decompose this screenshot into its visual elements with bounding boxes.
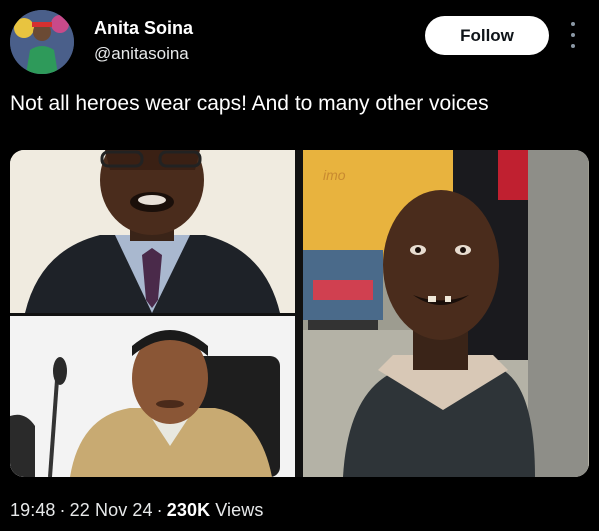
tweet-time[interactable]: 19:48 [10, 500, 56, 520]
sign-text: imo [323, 167, 346, 183]
more-options-icon[interactable] [565, 22, 581, 48]
tweet-date[interactable]: 22 Nov 24 [70, 500, 153, 520]
tweet-text: Not all heroes wear caps! And to many ot… [10, 92, 489, 115]
meta-separator: · [59, 500, 66, 520]
media-tile-2[interactable] [10, 316, 295, 477]
media-tile-1[interactable] [10, 150, 295, 313]
views-label: Views [215, 500, 264, 520]
author-avatar[interactable] [10, 10, 74, 74]
views-count: 230K [166, 500, 211, 520]
avatar-image [10, 10, 74, 74]
author-handle[interactable]: @anitasoina [94, 44, 189, 64]
meta-separator: · [156, 500, 163, 520]
photo-man-tan-suit [10, 316, 295, 477]
author-name[interactable]: Anita Soina [94, 18, 193, 39]
follow-button[interactable]: Follow [425, 16, 549, 55]
photo-man-suit [10, 150, 295, 313]
tweet-meta: 19:48 · 22 Nov 24 · 230K Views [10, 500, 263, 521]
photo-boy-street: imo [303, 150, 589, 477]
media-tile-3[interactable]: imo [303, 150, 589, 477]
media-grid: imo [10, 150, 589, 477]
